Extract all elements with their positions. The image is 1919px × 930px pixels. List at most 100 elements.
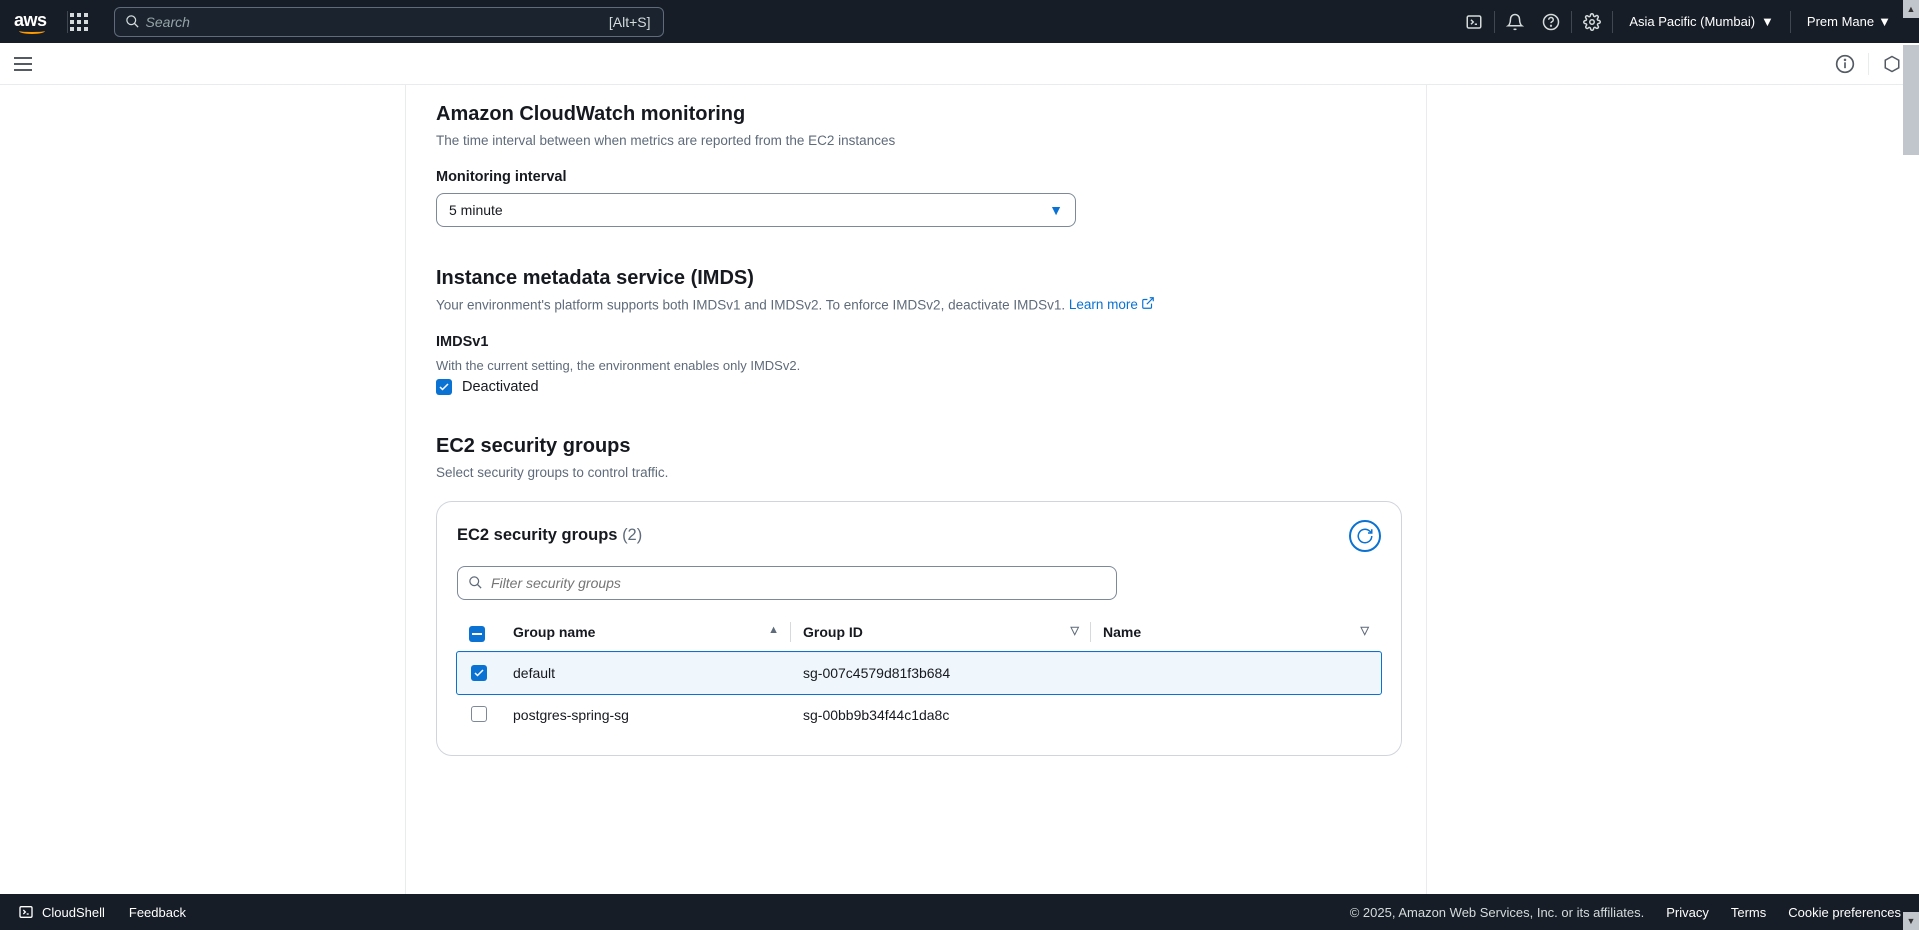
sort-icon: ▽ — [1071, 624, 1079, 637]
search-input[interactable] — [146, 14, 653, 30]
learn-more-text: Learn more — [1069, 297, 1138, 312]
region-label: Asia Pacific (Mumbai) — [1629, 14, 1755, 29]
cloudshell-icon — [18, 904, 34, 920]
scroll-up-icon[interactable]: ▲ — [1903, 0, 1919, 18]
user-label: Prem Mane — [1807, 14, 1874, 29]
col-label: Group name — [513, 624, 595, 640]
sg-col-name[interactable]: Name ▽ — [1091, 612, 1381, 653]
imdsv1-checkbox-label: Deactivated — [462, 379, 539, 395]
scroll-down-icon[interactable]: ▼ — [1903, 912, 1919, 930]
imds-desc-text: Your environment's platform supports bot… — [436, 297, 1069, 312]
copyright: © 2025, Amazon Web Services, Inc. or its… — [1350, 905, 1645, 920]
imdsv1-checkbox-row: Deactivated — [436, 379, 1402, 395]
services-grid-icon[interactable] — [70, 13, 88, 31]
cell-group-id: sg-007c4579d81f3b684 — [791, 652, 1091, 694]
row-checkbox[interactable] — [471, 706, 487, 722]
search-icon — [468, 575, 483, 590]
cloudshell-button[interactable]: CloudShell — [18, 904, 105, 920]
bottom-bar: CloudShell Feedback © 2025, Amazon Web S… — [0, 894, 1919, 930]
feedback-link[interactable]: Feedback — [129, 905, 186, 920]
sg-count: (2) — [622, 526, 642, 544]
sg-filter[interactable] — [457, 566, 1117, 600]
footer-right: © 2025, Amazon Web Services, Inc. or its… — [1350, 905, 1901, 920]
aws-logo-text: aws — [14, 10, 47, 30]
sg-panel: EC2 security groups (2) — [436, 501, 1402, 756]
sg-panel-title-text: EC2 security groups — [457, 526, 617, 544]
table-row[interactable]: postgres-spring-sg sg-00bb9b34f44c1da8c — [457, 694, 1381, 737]
row-checkbox[interactable] — [471, 665, 487, 681]
caret-down-icon: ▼ — [1878, 14, 1891, 29]
check-icon — [438, 381, 450, 393]
sg-col-group-id[interactable]: Group ID ▽ — [791, 612, 1091, 653]
table-row[interactable]: default sg-007c4579d81f3b684 — [457, 652, 1381, 694]
nav-divider — [1494, 11, 1495, 33]
cloudwatch-title: Amazon CloudWatch monitoring — [436, 103, 1402, 126]
nav-divider — [67, 11, 68, 33]
learn-more-link[interactable]: Learn more — [1069, 297, 1155, 312]
user-menu[interactable]: Prem Mane ▼ — [1793, 14, 1905, 29]
sg-col-group-name[interactable]: Group name ▲ — [501, 612, 791, 653]
cell-group-id: sg-00bb9b34f44c1da8c — [791, 694, 1091, 737]
region-selector[interactable]: Asia Pacific (Mumbai) ▼ — [1615, 14, 1788, 29]
sort-asc-icon: ▲ — [768, 624, 779, 636]
sg-desc: Select security groups to control traffi… — [436, 464, 1402, 483]
info-icon[interactable] — [1830, 49, 1860, 79]
search-icon — [125, 14, 140, 29]
cell-name — [1091, 652, 1381, 694]
sg-panel-title: EC2 security groups (2) — [457, 526, 642, 545]
top-nav: aws [Alt+S] Asia Pacific (Mumbai) ▼ — [0, 0, 1919, 43]
nav-divider — [1571, 11, 1572, 33]
cloudwatch-desc: The time interval between when metrics a… — [436, 132, 1402, 151]
hamburger-icon[interactable] — [12, 53, 34, 75]
imds-desc: Your environment's platform supports bot… — [436, 296, 1402, 316]
nav-divider — [1612, 11, 1613, 33]
external-link-icon — [1141, 296, 1155, 316]
cloudwatch-section: Amazon CloudWatch monitoring The time in… — [436, 103, 1402, 227]
notifications-icon[interactable] — [1497, 7, 1533, 37]
imdsv1-hint: With the current setting, the environmen… — [436, 358, 1402, 373]
secondbar-right — [1830, 49, 1907, 79]
caret-down-icon: ▼ — [1049, 202, 1063, 218]
sort-icon: ▽ — [1361, 624, 1369, 637]
imdsv1-label: IMDSv1 — [436, 334, 1402, 350]
secondbar-divider — [1868, 53, 1869, 75]
settings-icon[interactable] — [1574, 7, 1610, 37]
caret-down-icon: ▼ — [1761, 14, 1774, 29]
refresh-button[interactable] — [1349, 520, 1381, 552]
topnav-right: Asia Pacific (Mumbai) ▼ Prem Mane ▼ — [1456, 7, 1905, 37]
aws-logo[interactable]: aws — [14, 10, 65, 34]
sg-panel-head: EC2 security groups (2) — [457, 520, 1381, 552]
refresh-icon — [1356, 527, 1374, 545]
cloudshell-icon[interactable] — [1456, 7, 1492, 37]
imds-section: Instance metadata service (IMDS) Your en… — [436, 267, 1402, 395]
col-label: Name — [1103, 624, 1141, 640]
help-icon[interactable] — [1533, 7, 1569, 37]
sg-filter-input[interactable] — [491, 575, 1106, 591]
content-wrap: Amazon CloudWatch monitoring The time in… — [405, 85, 1427, 894]
nav-divider — [1790, 11, 1791, 33]
imdsv1-checkbox[interactable] — [436, 379, 452, 395]
check-icon — [473, 667, 485, 679]
privacy-link[interactable]: Privacy — [1666, 905, 1709, 920]
monitoring-interval-select[interactable]: 5 minute ▼ — [436, 193, 1076, 227]
cloudshell-label: CloudShell — [42, 905, 105, 920]
cell-group-name: default — [501, 652, 791, 694]
secondary-bar — [0, 43, 1919, 85]
monitoring-interval-value: 5 minute — [449, 202, 503, 218]
sg-section: EC2 security groups Select security grou… — [436, 435, 1402, 756]
cell-group-name: postgres-spring-sg — [501, 694, 791, 737]
checkbox-indeterminate-icon — [469, 626, 485, 642]
terms-link[interactable]: Terms — [1731, 905, 1766, 920]
scroll-thumb[interactable] — [1903, 45, 1919, 155]
col-label: Group ID — [803, 624, 863, 640]
imds-title: Instance metadata service (IMDS) — [436, 267, 1402, 290]
cookies-link[interactable]: Cookie preferences — [1788, 905, 1901, 920]
search-wrap: [Alt+S] — [114, 7, 664, 37]
cell-name — [1091, 694, 1381, 737]
sg-table: Group name ▲ Group ID ▽ Name ▽ — [457, 612, 1381, 737]
sg-title: EC2 security groups — [436, 435, 1402, 458]
search-box[interactable]: [Alt+S] — [114, 7, 664, 37]
monitoring-interval-label: Monitoring interval — [436, 169, 1402, 185]
sg-select-all[interactable] — [457, 612, 501, 653]
search-shortcut: [Alt+S] — [609, 14, 651, 30]
